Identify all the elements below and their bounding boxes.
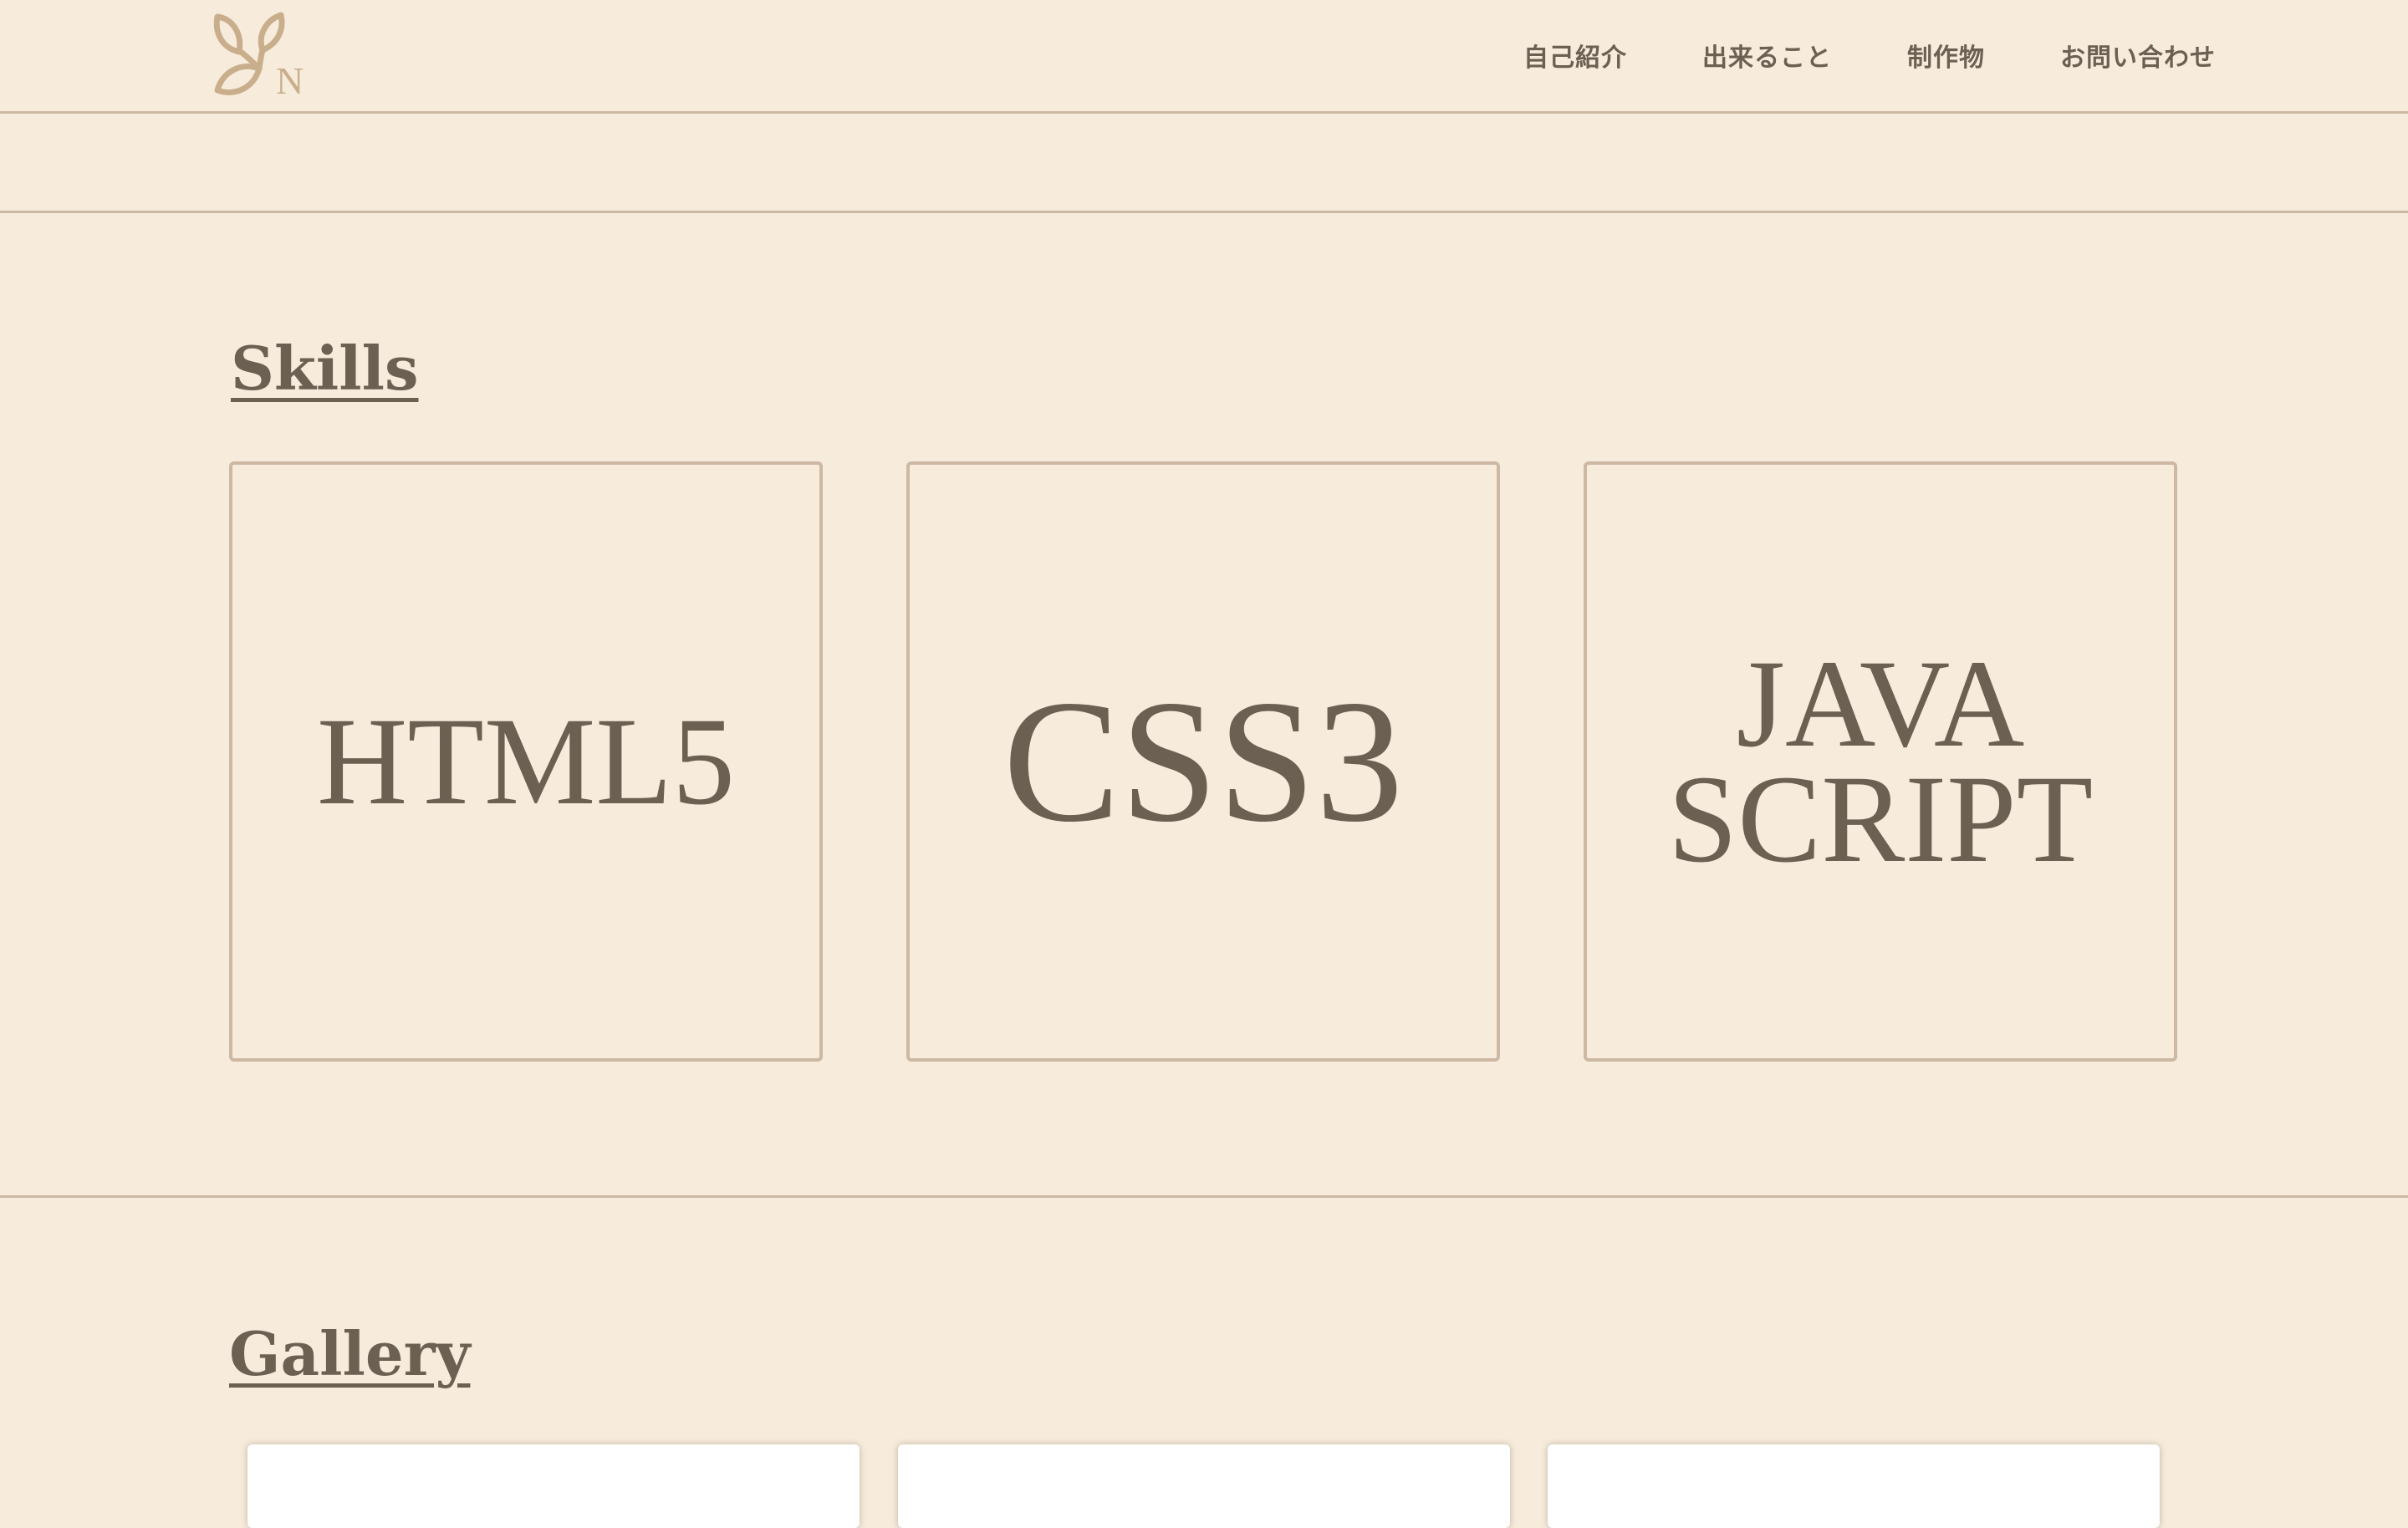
skill-label: JAVA SCRIPT <box>1667 634 2094 889</box>
gallery-card[interactable] <box>898 1444 1510 1528</box>
nav-item-contact[interactable]: お問い合わせ <box>2060 37 2216 74</box>
skill-card-html5: HTML5 <box>229 461 823 1062</box>
logo-letter: N <box>276 59 304 100</box>
nav-item-about[interactable]: 自己紹介 <box>1523 37 1627 74</box>
skill-label: HTML5 <box>317 699 735 824</box>
skill-card-css3: CSS3 <box>906 461 1500 1062</box>
skill-card-javascript: JAVA SCRIPT <box>1584 461 2177 1062</box>
nav-item-skills[interactable]: 出来ること <box>1702 37 1832 74</box>
skill-label: CSS3 <box>1003 674 1404 849</box>
empty-band <box>0 114 2408 213</box>
nav-item-works[interactable]: 制作物 <box>1907 37 1985 74</box>
site-header: N 自己紹介 出来ること 制作物 お問い合わせ <box>0 0 2408 114</box>
skill-label-line: CSS3 <box>1002 665 1404 858</box>
skill-label-line: JAVA <box>1736 634 2025 773</box>
main-nav: 自己紹介 出来ること 制作物 お問い合わせ <box>1523 37 2216 74</box>
gallery-card[interactable] <box>1548 1444 2160 1528</box>
skills-title: Skills <box>231 333 419 404</box>
skill-label-line: SCRIPT <box>1667 750 2094 889</box>
gallery-title: Gallery <box>229 1318 471 1389</box>
section-divider <box>0 1195 2408 1198</box>
skill-label-line: HTML5 <box>317 692 735 831</box>
logo-icon[interactable]: N <box>207 10 311 100</box>
gallery-card[interactable] <box>247 1444 860 1528</box>
